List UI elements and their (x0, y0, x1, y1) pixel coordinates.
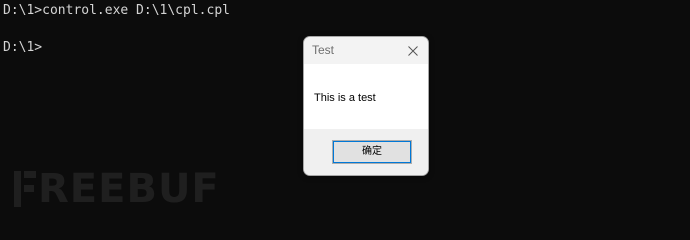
dialog-message: This is a test (314, 92, 376, 104)
message-box-dialog: Test This is a test 确定 (303, 36, 429, 176)
ok-button[interactable]: 确定 (332, 140, 412, 164)
dialog-content: This is a test (304, 64, 428, 129)
watermark-text: REEBUF (38, 166, 220, 212)
console-prompt[interactable]: D:\1> (3, 40, 42, 56)
freebuf-watermark: REEBUF (14, 166, 220, 212)
close-icon (408, 45, 418, 56)
dialog-footer: 确定 (304, 129, 428, 175)
console-command-line: D:\1>control.exe D:\1\cpl.cpl (3, 3, 230, 18)
console-window[interactable]: D:\1>control.exe D:\1\cpl.cpl D:\1> REEB… (0, 0, 690, 213)
freebuf-logo-mark (14, 171, 36, 207)
dialog-titlebar[interactable]: Test (304, 37, 428, 64)
close-button[interactable] (398, 37, 428, 64)
dialog-title: Test (312, 43, 335, 57)
